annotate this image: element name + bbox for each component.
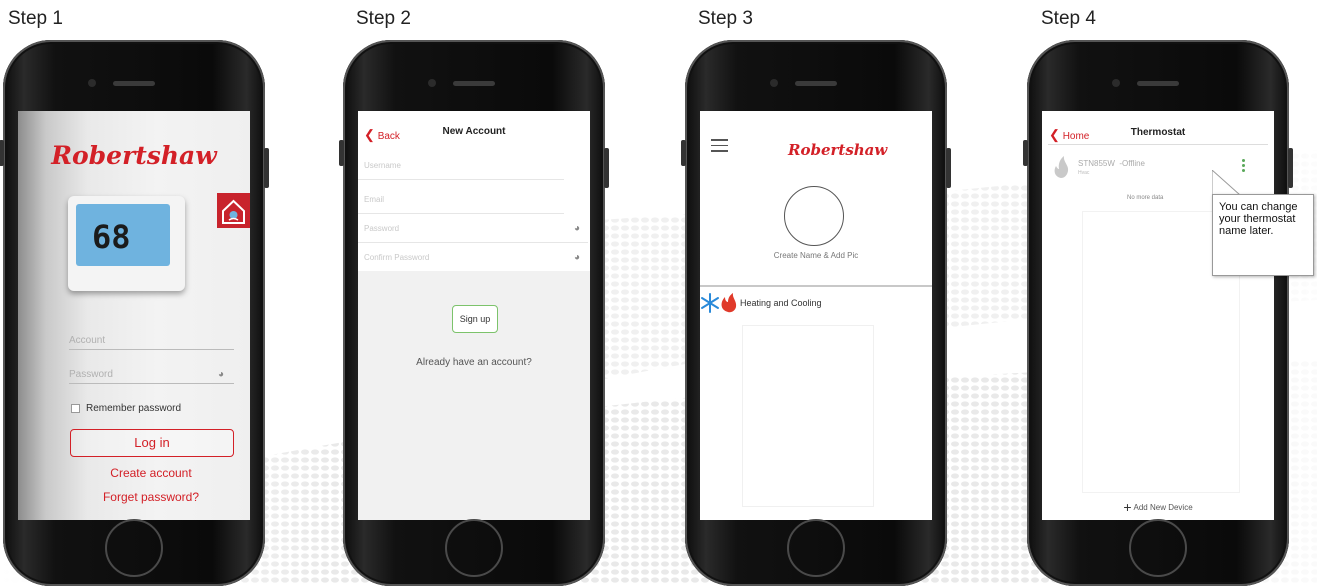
add-new-device-button[interactable]: + Add New Device — [1042, 499, 1274, 515]
username-field[interactable]: Username — [358, 151, 564, 180]
password-placeholder: Password — [69, 369, 113, 380]
callout-text: You can change your thermostat name late… — [1219, 201, 1298, 237]
earpiece-speaker — [453, 81, 495, 86]
add-device-label: Add New Device — [1133, 503, 1193, 512]
power-button — [604, 148, 609, 188]
page-title: New Account — [442, 126, 506, 137]
page-title: Thermostat — [1130, 127, 1186, 138]
mute-switch — [681, 140, 686, 166]
robertshaw-logo: Robertshaw — [51, 141, 217, 170]
mute-switch — [0, 140, 4, 166]
plus-icon: + — [1123, 499, 1132, 515]
device-mode: Hvac — [1078, 170, 1090, 176]
content-area — [742, 325, 874, 507]
heating-cooling-icon — [700, 292, 740, 314]
mute-switch — [339, 140, 344, 166]
eye-icon[interactable]: ◕ — [574, 214, 580, 244]
step-2-title: Step 2 — [356, 8, 411, 29]
divider — [700, 285, 932, 287]
callout-tail — [1212, 170, 1241, 196]
home-button — [105, 519, 163, 577]
step-3-title: Step 3 — [698, 8, 753, 29]
smart-home-icon[interactable] — [217, 193, 250, 228]
login-button[interactable]: Log in — [70, 429, 234, 457]
more-options-icon[interactable] — [1242, 159, 1246, 174]
profile-photo-placeholder[interactable] — [784, 186, 844, 246]
heating-cooling-label: Heating and Cooling — [740, 298, 822, 308]
earpiece-speaker — [795, 81, 837, 86]
device-list-item[interactable]: STN855W -Offline — [1078, 159, 1145, 168]
login-screen: Robertshaw 68 Account Password ◕ Remember… — [18, 111, 250, 520]
sign-up-button[interactable]: Sign up — [452, 305, 498, 333]
earpiece-speaker — [1137, 81, 1179, 86]
email-field[interactable]: Email — [358, 185, 564, 214]
remember-password-label: Remember password — [86, 403, 182, 414]
phone-step-4: ❮ Home Thermostat STN855W -Offline Hvac … — [1023, 40, 1293, 586]
thermostat-image: 68 — [68, 196, 185, 291]
show-password-eye-icon[interactable]: ◕ — [218, 369, 224, 380]
power-button — [1288, 148, 1293, 188]
confirm-password-field[interactable]: Confirm Password ◕ — [358, 243, 588, 272]
front-camera — [428, 79, 436, 87]
password-placeholder: Password — [364, 224, 400, 233]
eye-icon[interactable]: ◕ — [574, 243, 580, 273]
home-button — [1129, 519, 1187, 577]
password-field[interactable]: Password ◕ — [358, 214, 588, 243]
device-name: STN855W — [1078, 159, 1115, 168]
hamburger-menu-icon[interactable] — [711, 139, 728, 156]
remember-password-checkbox[interactable]: Remember password — [71, 403, 181, 414]
divider — [1048, 144, 1268, 145]
phone-step-3: Robertshaw Create Name & Add Pic Heating… — [681, 40, 951, 586]
front-camera — [1112, 79, 1120, 87]
nav-bar: ❮ Back New Account — [358, 111, 590, 151]
already-have-account-link[interactable]: Already have an account? — [358, 357, 590, 368]
robertshaw-logo: Robertshaw — [788, 141, 888, 159]
home-button — [445, 519, 503, 577]
front-camera — [770, 79, 778, 87]
checkbox-box[interactable] — [71, 404, 80, 413]
mute-switch — [1023, 140, 1028, 166]
login-background — [18, 111, 250, 520]
power-button — [264, 148, 269, 188]
forget-password-link[interactable]: Forget password? — [70, 490, 232, 504]
rename-tip-callout: You can change your thermostat name late… — [1212, 194, 1314, 276]
confirm-password-placeholder: Confirm Password — [364, 253, 430, 262]
heating-cooling-item[interactable]: Heating and Cooling — [700, 292, 822, 314]
create-name-add-pic-label[interactable]: Create Name & Add Pic — [700, 251, 932, 260]
home-button — [787, 519, 845, 577]
earpiece-speaker — [113, 81, 155, 86]
device-status: Offline — [1122, 159, 1145, 168]
thermostat-temperature: 68 — [92, 218, 131, 256]
home-screen: Robertshaw Create Name & Add Pic Heating… — [700, 111, 932, 520]
no-more-data-label: No more data — [1127, 195, 1164, 201]
create-account-link[interactable]: Create account — [70, 466, 232, 480]
phone-step-1: Robertshaw 68 Account Password ◕ Remember… — [0, 40, 269, 586]
phone-step-2: ❮ Back New Account Username Email Passwo… — [339, 40, 609, 586]
thermostat-lcd: 68 — [76, 204, 170, 266]
step-4-title: Step 4 — [1041, 8, 1096, 29]
flame-icon — [1052, 155, 1070, 184]
account-input[interactable]: Account — [69, 335, 234, 350]
step-1-title: Step 1 — [8, 8, 63, 29]
front-camera — [88, 79, 96, 87]
new-account-screen: ❮ Back New Account Username Email Passwo… — [358, 111, 590, 520]
power-button — [946, 148, 951, 188]
password-input[interactable]: Password ◕ — [69, 369, 234, 384]
